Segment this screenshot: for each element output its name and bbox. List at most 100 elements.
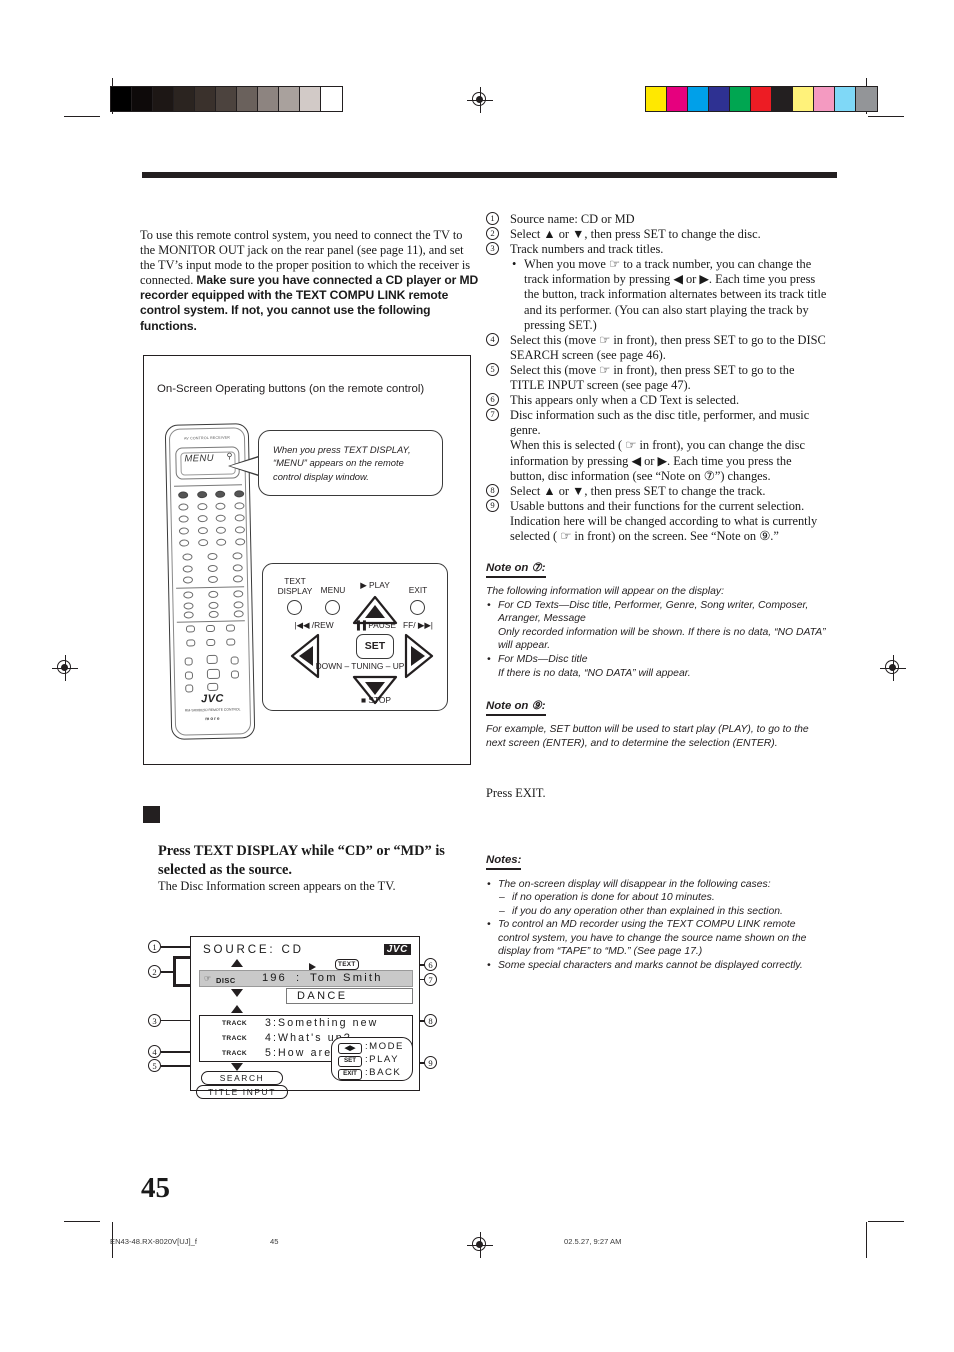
swatch-2 <box>153 87 174 111</box>
genre-text: DANCE <box>297 990 348 1002</box>
remote-button-r9-c2[interactable] <box>233 601 244 609</box>
remote-stoppad[interactable] <box>207 682 219 692</box>
remote-button-r10-c2[interactable] <box>233 610 244 618</box>
track-row-text-1[interactable]: 3:Something new <box>265 1017 378 1029</box>
remote-button-r7-c2[interactable] <box>232 575 243 583</box>
balloon-tail <box>230 457 260 475</box>
source-line: SOURCE: CD <box>203 943 304 956</box>
swatch-0 <box>646 87 667 111</box>
notes-bullet-2: To control an MD recorder using the TEXT… <box>486 918 828 959</box>
remote-button-r0-c1[interactable] <box>196 491 208 499</box>
track-row-label-1: TRACK <box>222 1020 248 1027</box>
crop-mark-bl-h <box>64 1221 100 1223</box>
remote-up-c[interactable] <box>225 624 236 632</box>
remote-dn-b[interactable] <box>206 638 216 647</box>
callout-6: 6 <box>424 958 437 971</box>
back-action-label: :BACK <box>365 1067 402 1078</box>
legend-marker-3: 3 <box>486 242 499 256</box>
remote-dn-c[interactable] <box>226 638 236 646</box>
text-display-button[interactable] <box>287 600 302 615</box>
set-button[interactable]: SET <box>356 634 394 659</box>
remote-button-r6-c2[interactable] <box>232 564 243 572</box>
track-up-arrow-icon[interactable] <box>231 1005 243 1013</box>
button-cluster-panel: TEXT DISPLAY MENU ▶ PLAY EXIT |◀◀ /REW ▐▐… <box>262 563 448 711</box>
remote-button-r8-c2[interactable] <box>232 590 243 598</box>
track-down-arrow-icon[interactable] <box>231 1063 243 1071</box>
remote-button-r3-c1[interactable] <box>197 527 208 535</box>
legend-marker-5: 5 <box>486 362 499 376</box>
crop-mark-right-low <box>868 116 904 118</box>
track-row-label-3: TRACK <box>222 1050 248 1057</box>
legend-marker-1: 1 <box>486 212 499 225</box>
note9-heading: Note on ⑨: <box>486 698 546 717</box>
registration-mark-left <box>52 655 78 681</box>
right-arrow-button[interactable] <box>403 632 435 680</box>
remote-sleep[interactable] <box>185 684 194 693</box>
ff-label: FF/ ▶▶| <box>403 620 433 630</box>
header-rule <box>142 172 837 178</box>
arrows-key-icon: ◀▶ <box>338 1043 362 1054</box>
notes-heading: Notes: <box>486 854 522 870</box>
registration-mark-top <box>467 87 493 113</box>
rew-label: |◀◀ /REW <box>294 620 334 630</box>
remote-button-r4-c1[interactable] <box>197 539 209 547</box>
legend-item-7-cont: When this is selected ( ☞ in front), you… <box>510 438 805 483</box>
remote-button-r1-c3[interactable] <box>234 502 245 510</box>
swatch-1 <box>132 87 153 111</box>
callout-4: 4 <box>148 1045 161 1058</box>
section-square-marker <box>143 806 160 823</box>
section-subtext: The Disc Information screen appears on t… <box>158 879 396 893</box>
callout-7: 7 <box>424 973 437 986</box>
play-action-label: :PLAY <box>365 1054 399 1065</box>
remote-brand-logo: JVC <box>200 692 225 706</box>
registration-mark-right <box>880 655 906 681</box>
remote-button-r2-c3[interactable] <box>234 514 245 522</box>
callout-9: 9 <box>424 1056 437 1069</box>
remote-button-r5-c2[interactable] <box>232 552 243 560</box>
legend-item-5: 5 Select this (move ☞ in front), then pr… <box>486 362 828 393</box>
disc-information-screen-diagram: 1 2 3 4 5 6 7 8 9 SOURCE: CD JVC TEXT ☞ … <box>148 934 438 1104</box>
remote-display-text: MENU <box>184 452 215 465</box>
swatch-2 <box>688 87 709 111</box>
disc-down-arrow-icon[interactable] <box>231 989 243 997</box>
remote-ffpad[interactable] <box>230 670 240 679</box>
disc-info-band[interactable]: ☞ DISC 196 : Tom Smith <box>199 970 413 987</box>
exit-button[interactable] <box>410 600 425 615</box>
right-column: 1 Source name: CD or MD 2 Select ▲ or ▼,… <box>486 212 828 973</box>
remote-button-r0-c3[interactable] <box>233 490 244 498</box>
remote-dn-a[interactable] <box>186 639 196 647</box>
swatch-10 <box>856 87 877 111</box>
swatch-0 <box>111 87 132 111</box>
remote-button-r4-c3[interactable] <box>234 538 245 546</box>
note7-heading: Note on ⑦: <box>486 560 546 579</box>
remote-exit[interactable] <box>230 656 239 665</box>
note9-body: For example, SET button will be used to … <box>486 724 809 749</box>
genre-box: DANCE <box>286 988 413 1004</box>
remote-button-r2-c1[interactable] <box>197 515 208 523</box>
note7-block: Note on ⑦: The following information wil… <box>486 558 828 680</box>
legend-text-9: Usable buttons and their functions for t… <box>510 498 805 513</box>
remote-textdisplay[interactable] <box>184 657 193 666</box>
title-input-button[interactable]: TITLE INPUT <box>196 1085 288 1099</box>
remote-playpad[interactable] <box>206 654 218 665</box>
remote-button-r3-c3[interactable] <box>234 526 245 534</box>
remote-up-a[interactable] <box>185 625 196 633</box>
play-label: ▶ PLAY <box>360 580 390 590</box>
legend-item-6: 6 This appears only when a CD Text is se… <box>486 393 828 408</box>
left-arrow-button[interactable] <box>289 632 321 680</box>
note7-bullet-1-cont: Only recorded information will be shown.… <box>498 626 826 652</box>
callout-5: 5 <box>148 1059 161 1072</box>
menu-button[interactable] <box>325 600 340 615</box>
legend-item-1: 1 Source name: CD or MD <box>486 212 828 227</box>
callout-8: 8 <box>424 1014 437 1027</box>
legend-text-7: Disc information such as the disc title,… <box>510 408 810 438</box>
remote-setpad[interactable] <box>206 668 221 680</box>
remote-button-r1-c1[interactable] <box>197 503 208 511</box>
remote-up-b[interactable] <box>205 624 216 633</box>
search-button[interactable]: SEARCH <box>201 1071 283 1085</box>
swatch-7 <box>258 87 279 111</box>
disc-up-arrow-icon[interactable] <box>231 959 243 967</box>
notes-bullet-1: The on-screen display will disappear in … <box>486 878 828 892</box>
text-chip[interactable]: TEXT <box>335 959 359 970</box>
remote-recpause[interactable] <box>184 671 194 680</box>
